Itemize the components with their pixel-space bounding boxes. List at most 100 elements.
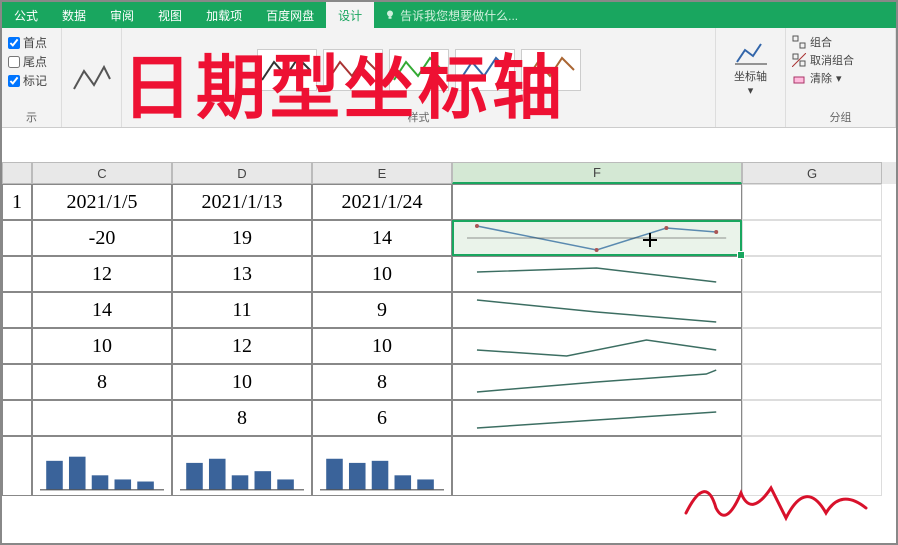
chevron-down-icon: ▾ [748,84,754,97]
cell[interactable] [2,364,32,400]
cell[interactable]: 12 [172,328,312,364]
col-header-A[interactable] [2,162,32,184]
cell[interactable]: 14 [312,220,452,256]
cell[interactable]: 13 [172,256,312,292]
tell-me-box[interactable]: 告诉我您想要做什么... [374,2,528,28]
cell[interactable] [312,436,452,496]
cell[interactable] [2,436,32,496]
cell[interactable]: 14 [32,292,172,328]
cell[interactable] [742,400,882,436]
cell[interactable]: 10 [312,328,452,364]
group-label-grouping: 分组 [792,107,889,125]
cell[interactable] [2,220,32,256]
clear-button[interactable]: 清除 ▾ [792,70,889,86]
cell[interactable] [172,436,312,496]
cell[interactable]: 2021/1/5 [32,184,172,220]
tab-data[interactable]: 数据 [50,2,98,28]
check-first[interactable]: 首点 [8,34,55,51]
cell[interactable] [2,328,32,364]
ribbon-tabs: 公式 数据 审阅 视图 加载项 百度网盘 设计 告诉我您想要做什么... [2,2,896,28]
cell[interactable] [452,328,742,364]
style-item-3[interactable] [389,49,449,91]
table-row: 14 11 9 [2,292,896,328]
cell[interactable] [452,436,742,496]
cell[interactable]: 19 [172,220,312,256]
col-header-D[interactable]: D [172,162,312,184]
cell[interactable]: 2021/1/24 [312,184,452,220]
cell[interactable]: -20 [32,220,172,256]
table-row: 8 6 [2,400,896,436]
cell[interactable] [742,364,882,400]
cell[interactable]: 6 [312,400,452,436]
col-header-G[interactable]: G [742,162,882,184]
selected-cell[interactable] [452,220,742,256]
table-row: -20 19 14 [2,220,896,256]
sparkline-2 [467,257,726,291]
tab-baidu[interactable]: 百度网盘 [254,2,326,28]
tab-review[interactable]: 审阅 [98,2,146,28]
sparkline-6 [467,401,726,435]
ungroup-button[interactable]: 取消组合 [792,52,889,68]
sparkline-show-checks: 首点 尾点 标记 [8,32,55,91]
tab-design[interactable]: 设计 [326,2,374,28]
sparkline-group-buttons: 组合 取消组合 清除 ▾ [792,32,889,88]
cell[interactable] [742,292,882,328]
cell[interactable] [32,436,172,496]
axis-button[interactable]: 坐标轴 ▾ [722,32,779,101]
bar-spark-d [180,437,304,495]
check-last[interactable]: 尾点 [8,53,55,70]
col-header-E[interactable]: E [312,162,452,184]
sparkline-style-gallery[interactable] [128,32,709,107]
cell[interactable]: 1 [2,184,32,220]
cell[interactable]: 2021/1/13 [172,184,312,220]
sparkline-5 [467,365,726,399]
cell[interactable] [452,256,742,292]
cell[interactable]: 10 [32,328,172,364]
check-marker[interactable]: 标记 [8,72,55,89]
cell[interactable] [742,328,882,364]
sparkline-type-preview [62,28,122,127]
cell[interactable] [2,292,32,328]
axis-icon [735,36,767,68]
cell[interactable] [452,400,742,436]
cell[interactable]: 11 [172,292,312,328]
sparkline-3 [467,293,726,327]
cell[interactable] [2,400,32,436]
cell[interactable]: 12 [32,256,172,292]
col-header-C[interactable]: C [32,162,172,184]
cell[interactable] [742,256,882,292]
style-item-1[interactable] [257,49,317,91]
cell[interactable] [452,292,742,328]
cell[interactable]: 8 [172,400,312,436]
col-header-F[interactable]: F [452,162,742,184]
cell[interactable] [742,184,882,220]
cell[interactable] [742,436,882,496]
spreadsheet-grid[interactable]: C D E F G 1 2021/1/5 2021/1/13 2021/1/24… [2,162,896,543]
tab-view[interactable]: 视图 [146,2,194,28]
cell[interactable]: 9 [312,292,452,328]
style-item-4[interactable] [455,49,515,91]
ungroup-icon [792,53,806,67]
cell[interactable] [2,256,32,292]
eraser-icon [792,71,806,85]
cell[interactable]: 8 [32,364,172,400]
group-icon [792,35,806,49]
ribbon-body: 首点 尾点 标记 示 样式 坐标轴 ▾ 组合 取消组合 清除 ▾ 分组 [2,28,896,128]
style-item-5[interactable] [521,49,581,91]
cell[interactable]: 8 [312,364,452,400]
tab-formula[interactable]: 公式 [2,2,50,28]
sparkline-4 [467,329,726,363]
cell[interactable] [742,220,882,256]
cell[interactable]: 10 [172,364,312,400]
table-row: 12 13 10 [2,256,896,292]
group-label-style: 样式 [128,107,709,125]
sparkline-1 [467,221,726,255]
group-button[interactable]: 组合 [792,34,889,50]
cell[interactable] [452,364,742,400]
tab-addins[interactable]: 加载项 [194,2,254,28]
cell[interactable] [32,400,172,436]
cell[interactable]: 10 [312,256,452,292]
table-row: 10 12 10 [2,328,896,364]
style-item-2[interactable] [323,49,383,91]
cell[interactable] [452,184,742,220]
